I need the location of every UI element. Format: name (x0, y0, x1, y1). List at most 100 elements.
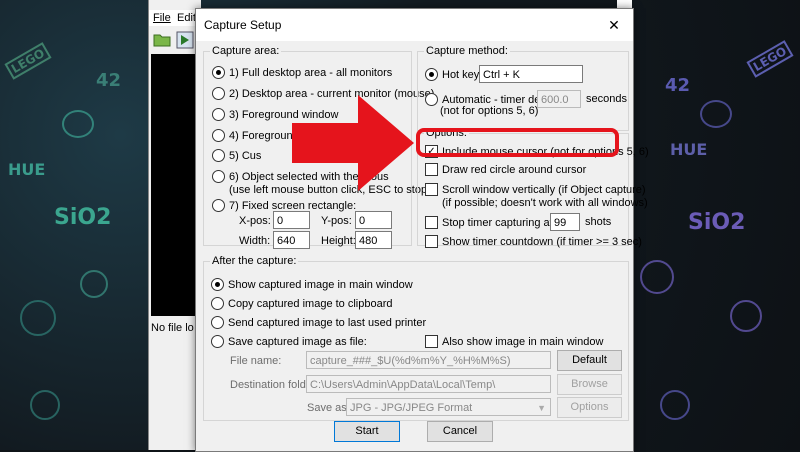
option-label: 5) Cus (229, 149, 262, 162)
background-menubar: File Edit (149, 10, 201, 26)
after-capture-option[interactable]: Show captured image in main window (211, 278, 413, 291)
radio-button[interactable] (212, 87, 225, 100)
close-icon: ✕ (608, 17, 620, 33)
dialog-titlebar[interactable]: Capture Setup ✕ (196, 9, 633, 41)
open-folder-icon[interactable] (153, 32, 171, 48)
wallpaper-doodle (62, 110, 94, 138)
checkbox[interactable] (425, 163, 438, 176)
draw-circle-option[interactable]: Draw red circle around cursor (425, 163, 586, 176)
wallpaper-label: LEGO (4, 42, 52, 80)
option-label: Hot key: (442, 68, 483, 81)
radio-button[interactable] (212, 170, 225, 183)
option-label: Draw red circle around cursor (442, 163, 587, 176)
background-status-text: No file lo (151, 322, 194, 334)
after-capture-option[interactable]: Copy captured image to clipboard (211, 297, 392, 310)
default-name-button[interactable]: Default name (557, 350, 622, 385)
wallpaper-doodle (700, 100, 732, 128)
wallpaper-doodle (660, 390, 690, 420)
shots-label: shots (585, 216, 612, 228)
wallpaper-doodle (20, 300, 56, 336)
capture-method-group: Capture method: (417, 45, 629, 131)
cancel-button[interactable]: Cancel (427, 421, 493, 442)
xpos-input[interactable]: 0 (273, 211, 310, 229)
wallpaper-label: HUE (8, 160, 46, 179)
checkbox[interactable] (425, 235, 438, 248)
background-image-area (151, 54, 199, 316)
option-label: Scroll window vertically (if Object capt… (442, 183, 646, 196)
countdown-option[interactable]: Show timer countdown (if timer >= 3 sec) (425, 235, 642, 248)
wallpaper-label: HUE (670, 140, 708, 159)
auto-note: (not for options 5, 6) (440, 105, 539, 117)
option-label: Show captured image in main window (228, 278, 413, 291)
height-input[interactable]: 480 (355, 231, 392, 249)
also-show-option[interactable]: Also show image in main window (425, 335, 603, 348)
radio-button[interactable] (212, 199, 225, 212)
radio-button[interactable] (211, 278, 224, 291)
radio-button[interactable] (211, 297, 224, 310)
save-as-value: JPG - JPG/JPEG Format (350, 402, 473, 414)
option-label: Save captured image as file: (228, 335, 367, 348)
background-toolbar (149, 26, 201, 54)
width-input[interactable]: 640 (273, 231, 310, 249)
capture-area-option[interactable]: 5) Cus (212, 149, 261, 162)
save-as-select[interactable]: JPG - JPG/JPEG Format ▼ (346, 398, 551, 416)
timer-delay-input[interactable]: 600.0 (537, 90, 581, 108)
radio-button[interactable] (425, 93, 438, 106)
wallpaper-doodle (730, 300, 762, 332)
option-label: Copy captured image to clipboard (228, 297, 393, 310)
after-capture-option[interactable]: Send captured image to last used printer (211, 316, 426, 329)
radio-button[interactable] (212, 129, 225, 142)
option-label: 7) Fixed screen rectangle: (229, 199, 357, 212)
option-label: Send captured image to last used printer (228, 316, 427, 329)
background-app-window[interactable]: File Edit No file lo (148, 0, 201, 450)
option-label: Also show image in main window (442, 335, 604, 348)
save-as-label: Save as: (307, 402, 350, 414)
option-label: Show timer countdown (if timer >= 3 sec) (442, 235, 642, 248)
hotkey-option[interactable]: Hot key: (425, 68, 482, 81)
radio-button[interactable] (211, 335, 224, 348)
capture-setup-dialog: Capture Setup ✕ Capture area: 1) Full de… (195, 8, 649, 452)
ypos-label: Y-pos: (321, 215, 352, 227)
red-arrow-annotation (292, 95, 414, 191)
checkbox[interactable] (425, 216, 438, 229)
radio-button[interactable] (212, 66, 225, 79)
radio-button[interactable] (212, 108, 225, 121)
options-button[interactable]: Options (557, 397, 622, 418)
capture-icon[interactable] (176, 31, 194, 49)
wallpaper-label: SiO2 (54, 205, 112, 230)
menu-file[interactable]: File (153, 12, 171, 24)
checkbox[interactable] (425, 183, 438, 196)
wallpaper-doodle (640, 260, 674, 294)
stop-shots-input[interactable]: 99 (550, 213, 580, 231)
radio-button[interactable] (211, 316, 224, 329)
capture-area-legend: Capture area: (210, 45, 282, 57)
ypos-input[interactable]: 0 (355, 211, 392, 229)
wallpaper-doodle (80, 270, 108, 298)
checkbox[interactable] (425, 335, 438, 348)
hotkey-input[interactable]: Ctrl + K (479, 65, 583, 83)
close-button[interactable]: ✕ (601, 13, 627, 37)
after-capture-legend: After the capture: (210, 255, 299, 267)
file-name-label: File name: (230, 355, 282, 367)
start-button[interactable]: Start (334, 421, 400, 442)
wallpaper-label: 42 (665, 75, 691, 96)
height-label: Height: (321, 235, 356, 247)
radio-button[interactable] (212, 149, 225, 162)
scroll-window-option[interactable]: Scroll window vertically (if Object capt… (425, 183, 646, 196)
stop-timer-option[interactable]: Stop timer capturing after: (425, 216, 569, 229)
file-name-input[interactable]: capture_###_$U(%d%m%Y_%H%M%S) (306, 351, 551, 369)
after-capture-option[interactable]: Save captured image as file: (211, 335, 367, 348)
option-label: 1) Full desktop area - all monitors (229, 66, 393, 79)
destination-folder-input[interactable]: C:\Users\Admin\AppData\Local\Temp\ (306, 375, 551, 393)
browse-button[interactable]: Browse (557, 374, 622, 395)
capture-method-legend: Capture method: (424, 45, 510, 57)
menu-edit[interactable]: Edit (177, 12, 196, 24)
highlight-box-annotation (416, 128, 619, 157)
capture-area-option[interactable]: 1) Full desktop area - all monitors (212, 66, 392, 79)
radio-button[interactable] (425, 68, 438, 81)
wallpaper-label: LEGO (746, 40, 794, 78)
scroll-note: (if possible; doesn't work with all wind… (442, 197, 648, 209)
xpos-label: X-pos: (239, 215, 271, 227)
wallpaper-label: 42 (96, 70, 122, 91)
wallpaper-label: SiO2 (688, 210, 746, 235)
